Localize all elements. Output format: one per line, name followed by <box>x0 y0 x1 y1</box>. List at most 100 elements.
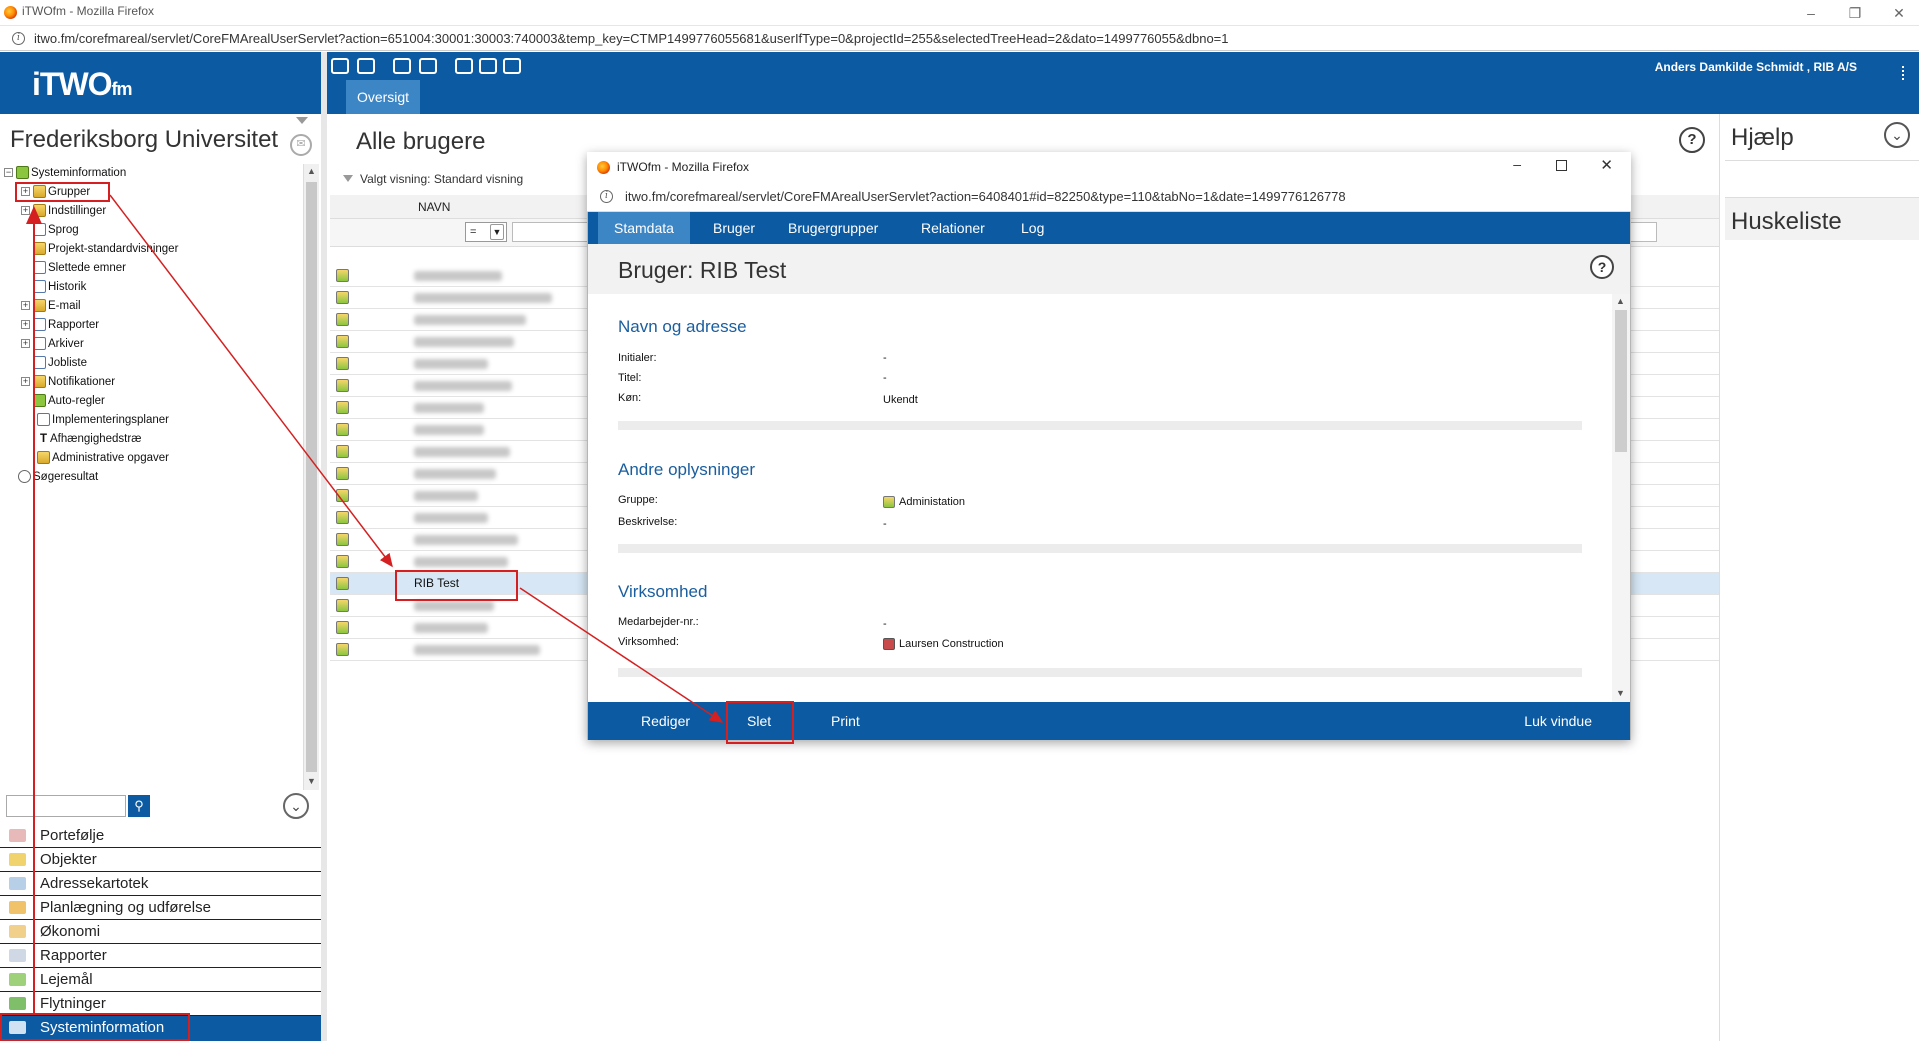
tree-scroll-thumb[interactable] <box>306 182 317 772</box>
popup-maximize-button[interactable] <box>1556 160 1567 171</box>
user-icon <box>336 511 349 524</box>
column-header-navn[interactable]: NAVN <box>418 200 450 214</box>
module-objekter[interactable]: Objekter <box>0 848 321 872</box>
user-icon <box>336 643 349 656</box>
tree-node-notifikationer[interactable]: + Notifikationer <box>21 373 115 391</box>
tree-node-slettede-emner[interactable]: Slettede emner <box>33 259 126 277</box>
section-divider <box>618 544 1582 553</box>
mail-icon[interactable]: ✉ <box>290 134 312 156</box>
popup-scrollbar[interactable]: ▲ ▼ <box>1612 294 1630 702</box>
tree-node-jobliste[interactable]: Jobliste <box>33 354 87 372</box>
tree-scrollbar[interactable]: ▲ ▼ <box>303 164 319 790</box>
value-gruppe[interactable]: Administation <box>883 496 965 509</box>
annotation-box-slet <box>726 701 794 744</box>
print-button[interactable]: Print <box>813 702 878 740</box>
user-icon <box>336 621 349 634</box>
collapse-arrow-icon[interactable] <box>296 117 308 124</box>
tab-brugergrupper[interactable]: Brugergrupper <box>772 212 894 244</box>
popup-tabs: Stamdata Bruger Brugergrupper Relationer… <box>588 212 1630 244</box>
tab-oversigt[interactable]: Oversigt <box>346 80 420 114</box>
company-icon <box>883 638 895 651</box>
search-icon[interactable]: ⚲ <box>128 795 150 817</box>
tree-node-rapporter[interactable]: + Rapporter <box>21 316 99 334</box>
reports-icon <box>9 949 26 962</box>
toolbar-tool-icon-3[interactable] <box>393 58 411 74</box>
firefox-icon <box>4 6 17 19</box>
rediger-button[interactable]: Rediger <box>623 702 708 740</box>
tab-stamdata[interactable]: Stamdata <box>598 212 690 244</box>
minimize-button[interactable]: – <box>1791 2 1831 24</box>
popup-close-button[interactable]: ✕ <box>1600 156 1613 174</box>
tree-node-indstillinger[interactable]: + Indstillinger <box>21 202 106 220</box>
group-icon <box>883 496 895 509</box>
tab-bruger[interactable]: Bruger <box>697 212 771 244</box>
view-dropdown-icon[interactable] <box>343 175 353 182</box>
more-menu-icon[interactable] <box>1902 66 1906 80</box>
tree-search-input[interactable] <box>6 795 126 817</box>
popup-address-bar[interactable]: i itwo.fm/corefmareal/servlet/CoreFMArea… <box>587 182 1631 212</box>
tab-log[interactable]: Log <box>1005 212 1060 244</box>
tree-node-projekt-standardvisninger[interactable]: Projekt-standardvisninger <box>33 240 178 258</box>
site-info-icon[interactable]: i <box>12 32 25 45</box>
user-icon <box>336 555 349 568</box>
value-beskrivelse: - <box>883 518 887 530</box>
popup-scroll-thumb[interactable] <box>1615 310 1627 452</box>
help-icon[interactable]: ? <box>1590 255 1614 279</box>
app-logo-bar: iTWOfm <box>0 52 321 114</box>
help-icon[interactable]: ? <box>1679 127 1705 153</box>
help-title: Hjælp <box>1731 124 1794 151</box>
tree-node-email[interactable]: + E-mail <box>21 297 81 315</box>
label-medarbejder: Medarbejder-nr.: <box>618 616 699 628</box>
scroll-up-icon[interactable]: ▲ <box>307 166 316 176</box>
module-oekonomi[interactable]: Økonomi <box>0 920 321 944</box>
tree-node-historik[interactable]: Historik <box>33 278 86 296</box>
economy-icon <box>9 925 26 938</box>
deleted-icon <box>33 261 46 275</box>
restore-button[interactable]: ❐ <box>1835 2 1875 24</box>
value-koen: Ukendt <box>883 394 918 406</box>
system-icon <box>16 166 29 180</box>
popup-minimize-button[interactable]: – <box>1513 156 1521 172</box>
toolbar-search-icon[interactable] <box>455 58 473 74</box>
planning-icon <box>9 901 26 914</box>
lease-icon <box>9 973 26 986</box>
site-info-icon[interactable]: i <box>600 190 613 203</box>
help-collapse-icon[interactable]: ⌄ <box>1884 122 1910 148</box>
popup-url-text[interactable]: itwo.fm/corefmareal/servlet/CoreFMArealU… <box>625 189 1346 204</box>
toolbar-book-icon[interactable] <box>503 58 521 74</box>
scroll-up-icon[interactable]: ▲ <box>1616 296 1625 306</box>
close-button[interactable]: ✕ <box>1879 2 1919 24</box>
panel-splitter[interactable] <box>321 52 327 1041</box>
current-user[interactable]: Anders Damkilde Schmidt , RIB A/S <box>1655 60 1857 74</box>
scroll-down-icon[interactable]: ▼ <box>1616 688 1625 698</box>
toolbar-tool-icon-4[interactable] <box>419 58 437 74</box>
address-bar[interactable]: i itwo.fm/corefmareal/servlet/CoreFMArea… <box>0 26 1919 51</box>
tree-node-sprog[interactable]: Sprog <box>33 221 79 239</box>
module-planlaegning[interactable]: Planlægning og udførelse <box>0 896 321 920</box>
luk-vindue-button[interactable]: Luk vindue <box>1506 702 1610 740</box>
toolbar-image-icon[interactable] <box>479 58 497 74</box>
tree-node-soegeresultat[interactable]: Søgeresultat <box>18 468 98 486</box>
module-adressekartotek[interactable]: Adressekartotek <box>0 872 321 896</box>
toolbar-tool-icon-1[interactable] <box>331 58 349 74</box>
view-selector[interactable]: Valgt visning: Standard visning <box>360 172 523 186</box>
tree-node-arkiver[interactable]: + Arkiver <box>21 335 84 353</box>
tree-node-systeminformation[interactable]: − Systeminformation <box>4 164 126 182</box>
url-text[interactable]: itwo.fm/corefmareal/servlet/CoreFMArealU… <box>34 31 1229 46</box>
annotation-box-systeminformation <box>0 1013 190 1041</box>
language-icon <box>33 223 46 237</box>
module-rapporter[interactable]: Rapporter <box>0 944 321 968</box>
module-portefolje[interactable]: Portefølje <box>0 824 321 848</box>
toolbar-tool-icon-2[interactable] <box>357 58 375 74</box>
filter-operator-select[interactable]: = ▼ <box>465 222 507 242</box>
expand-modules-icon[interactable]: ⌄ <box>283 793 309 819</box>
scroll-down-icon[interactable]: ▼ <box>307 776 316 786</box>
tree-node-auto-regler[interactable]: Auto-regler <box>33 392 105 410</box>
module-lejemaal[interactable]: Lejemål <box>0 968 321 992</box>
tree-node-implementeringsplaner[interactable]: Implementeringsplaner <box>37 411 169 429</box>
value-virksomhed[interactable]: Laursen Construction <box>883 638 1004 651</box>
email-icon <box>33 299 46 313</box>
tree-node-afhaengighedstrae[interactable]: T Afhængighedstræ <box>37 430 141 448</box>
tab-relationer[interactable]: Relationer <box>905 212 1001 244</box>
tree-node-administrative-opgaver[interactable]: Administrative opgaver <box>37 449 169 467</box>
